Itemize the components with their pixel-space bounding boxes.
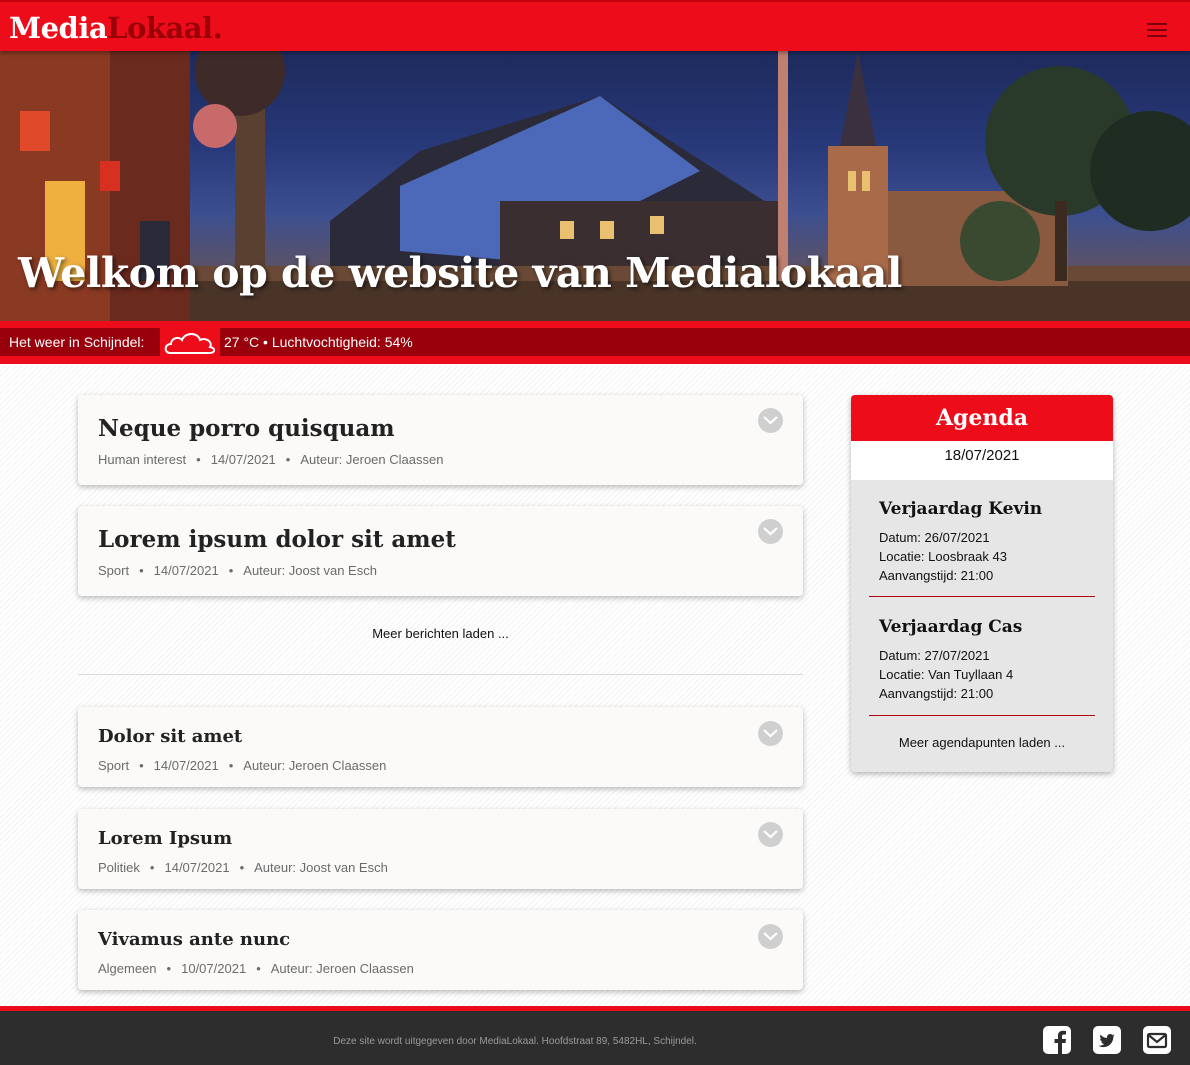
agenda-item-date: Datum: 26/07/2021 [879,530,990,545]
article-card[interactable]: Lorem Ipsum Politiek • 14/07/2021 • Auteur: … [78,809,803,889]
chevron-down-icon[interactable] [758,519,783,544]
meta-separator: • [256,961,261,976]
twitter-icon[interactable] [1093,1026,1121,1054]
chevron-down-icon[interactable] [758,822,783,847]
weather-info: 27 °C • Luchtvochtigheid: 54% [224,334,413,350]
hamburger-menu-icon[interactable] [1147,23,1167,37]
meta-separator: • [166,961,172,976]
article-title[interactable]: Lorem Ipsum [98,828,232,849]
article-meta: Human interest • 14/07/2021 • Auteur: Jeroen… [98,452,443,467]
footer-text: Deze site wordt uitgegeven door MediaLok… [333,1036,697,1047]
chevron-down-icon[interactable] [758,924,783,949]
site-logo[interactable]: MediaLokaal. [9,10,223,46]
agenda-item-time: Aanvangstijd: 21:00 [879,568,994,583]
article-meta: Sport • 14/07/2021 • Auteur: Jeroen Claassen [98,758,386,773]
article-meta: Algemeen • 10/07/2021 • Auteur: Jeroen Claas… [98,961,414,976]
agenda-date: 18/07/2021 [851,441,1113,480]
article-date: 14/07/2021 [164,860,230,875]
agenda-item[interactable]: Verjaardag Cas Datum: 27/07/2021 Locatie… [879,617,1099,703]
article-author: Auteur: Jeroen Claassen [300,452,444,467]
agenda-item-time: Aanvangstijd: 21:00 [879,686,994,701]
agenda-separator [869,715,1095,716]
agenda-item-date: Datum: 27/07/2021 [879,648,990,663]
article-date: 14/07/2021 [210,452,276,467]
facebook-icon[interactable] [1043,1026,1071,1054]
hero-banner: Welkom op de website van Medialokaal [0,51,1190,323]
article-author: Auteur: Joost van Esch [243,563,377,578]
cloud-icon [164,333,216,354]
article-card[interactable]: Lorem ipsum dolor sit amet Sport • 14/07/2… [78,506,803,596]
article-meta: Politiek • 14/07/2021 • Auteur: Joost van Es… [98,860,388,875]
chevron-down-icon[interactable] [758,721,783,746]
meta-separator: • [228,758,234,773]
mail-icon[interactable] [1143,1026,1171,1054]
weather-bar: Het weer in Schijndel: 27 °C • Luchtvoch… [0,321,1190,363]
meta-separator: • [228,563,234,578]
site-footer: Deze site wordt uitgegeven door MediaLok… [0,1006,1190,1065]
chevron-down-icon[interactable] [758,408,783,433]
meta-separator: • [239,860,245,875]
weather-bar-inner: Het weer in Schijndel: 27 °C • Luchtvoch… [0,326,1190,358]
top-navigation-bar: MediaLokaal. [0,0,1190,51]
meta-separator: • [139,563,144,578]
article-author: Auteur: Joost van Esch [254,860,388,875]
agenda-separator [869,596,1095,597]
logo-part-lokaal: Lokaal. [107,11,223,45]
agenda-item-title: Verjaardag Kevin [879,499,1043,519]
article-category: Sport [98,563,130,578]
logo-part-media: Media [9,11,108,45]
article-category: Politiek [98,860,140,875]
article-title[interactable]: Dolor sit amet [98,726,242,747]
meta-separator: • [149,860,155,875]
agenda-item-location: Locatie: Loosbraak 43 [879,549,1007,564]
weather-label: Het weer in Schijndel: [9,334,145,350]
article-card[interactable]: Neque porro quisquam Human interest • 14/0… [78,395,803,485]
article-category: Algemeen [98,961,157,976]
agenda-item-location: Locatie: Van Tuyllaan 4 [879,667,1014,682]
article-author: Auteur: Jeroen Claassen [270,961,414,976]
article-category: Human interest [98,452,187,467]
hero-title: Welkom op de website van Medialokaal [18,249,902,297]
article-meta: Sport • 14/07/2021 • Auteur: Joost van Esch [98,563,377,578]
article-title[interactable]: Lorem ipsum dolor sit amet [98,526,456,553]
article-date: 10/07/2021 [181,961,247,976]
article-card[interactable]: Dolor sit amet Sport • 14/07/2021 • Auteur: … [78,707,803,787]
article-card[interactable]: Vivamus ante nunc Algemeen • 10/07/2021 • Au… [78,910,803,990]
article-title[interactable]: Vivamus ante nunc [98,929,290,950]
agenda-title: Agenda [851,395,1113,441]
load-more-agenda-link[interactable]: Meer agendapunten laden ... [851,735,1113,750]
article-category: Sport [98,758,130,773]
article-date: 14/07/2021 [153,758,219,773]
weather-icon-box [160,326,220,358]
agenda-item-title: Verjaardag Cas [879,617,1023,637]
article-title[interactable]: Neque porro quisquam [98,415,395,442]
article-date: 14/07/2021 [153,563,219,578]
load-more-posts-link[interactable]: Meer berichten laden ... [78,626,803,641]
meta-separator: • [285,452,291,467]
article-author: Auteur: Jeroen Claassen [243,758,387,773]
weather-bar-bottom-line [0,362,1190,364]
section-divider [78,674,803,675]
agenda-item[interactable]: Verjaardag Kevin Datum: 26/07/2021 Locat… [879,499,1099,585]
meta-separator: • [139,758,144,773]
agenda-panel: Agenda 18/07/2021 Verjaardag Kevin Datum… [851,395,1113,772]
meta-separator: • [196,452,201,467]
